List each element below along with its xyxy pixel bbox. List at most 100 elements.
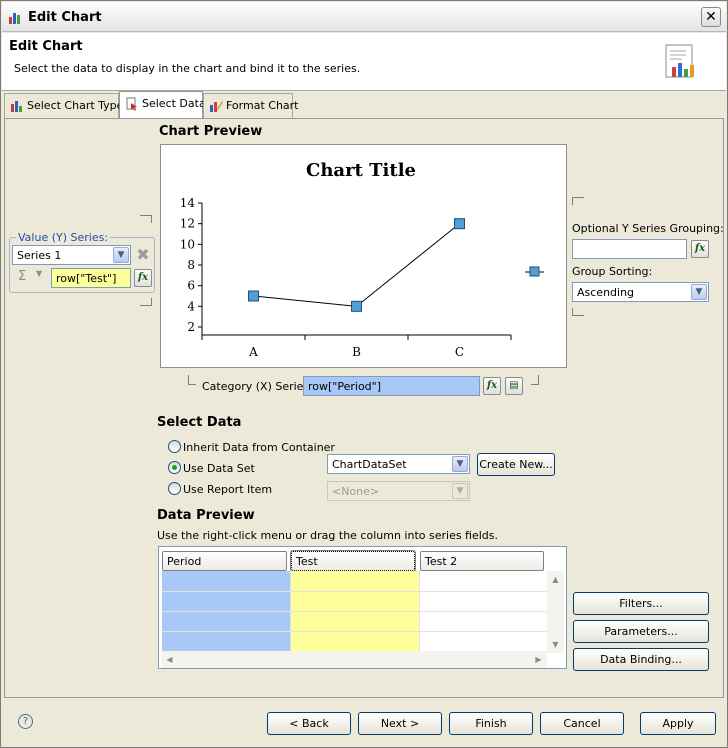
group-sorting-label: Group Sorting:	[572, 265, 653, 278]
scroll-down-icon[interactable]: ▼	[548, 637, 563, 652]
column-header-period[interactable]: Period	[162, 551, 287, 571]
select-data-heading: Select Data	[157, 415, 242, 430]
use-data-set-label[interactable]: Use Data Set	[183, 462, 255, 475]
select-data-icon	[126, 97, 137, 111]
tab-label: Select Data	[142, 97, 206, 110]
category-expression-builder-button[interactable]: fx	[483, 377, 501, 395]
x-tick-label: A	[248, 345, 258, 359]
x-tick-label: B	[352, 345, 361, 359]
close-button[interactable]: ✕	[701, 7, 721, 27]
data-preview-heading: Data Preview	[157, 508, 255, 523]
next-label: Next >	[380, 717, 420, 730]
parameters-button[interactable]: Parameters...	[573, 620, 709, 643]
value-expression: row["Test"]	[56, 272, 117, 285]
dialog-header: Edit Chart Select the data to display in…	[2, 33, 726, 91]
data-binding-button[interactable]: Data Binding...	[573, 648, 709, 671]
aggregate-dropdown-icon[interactable]: ▼	[36, 269, 42, 278]
bracket-bottom-right	[572, 308, 584, 316]
category-grouping-button[interactable]: ▤	[505, 377, 523, 395]
y-tick-label: 8	[187, 258, 195, 272]
data-preview-hint: Use the right-click menu or drag the col…	[157, 529, 499, 542]
chart-title: Chart Title	[306, 160, 416, 181]
grouping-expression-builder-button[interactable]: fx	[691, 240, 709, 258]
apply-button[interactable]: Apply	[640, 712, 716, 735]
sigma-icon[interactable]: Σ	[18, 269, 26, 284]
row-divider	[162, 591, 547, 592]
category-series-label: Category (X) Series:	[202, 380, 313, 393]
chevron-down-icon[interactable]: ▼	[452, 456, 468, 472]
header-title: Edit Chart	[9, 39, 83, 54]
row-divider	[162, 631, 547, 632]
data-binding-label: Data Binding...	[600, 653, 682, 666]
data-preview-table[interactable]: Period Test Test 2 ▲ ▼ ◀ ▶	[158, 546, 567, 669]
chevron-down-icon[interactable]: ▼	[691, 284, 707, 300]
value-expression-field[interactable]: row["Test"]	[51, 268, 131, 288]
y-tick-label: 4	[187, 299, 195, 313]
y-tick-label: 14	[180, 196, 196, 210]
window-title: Edit Chart	[28, 10, 102, 25]
column-header-test-2[interactable]: Test 2	[420, 551, 544, 571]
optional-grouping-label: Optional Y Series Grouping:	[572, 222, 724, 235]
use-data-set-radio[interactable]	[168, 461, 181, 474]
dataset-select[interactable]: ChartDataSet ▼	[327, 454, 470, 474]
chart-type-icon	[11, 101, 22, 112]
help-glyph: ?	[22, 716, 29, 727]
fx-icon: fx	[137, 272, 149, 283]
legend-marker	[529, 266, 540, 277]
series-line	[253, 223, 460, 307]
y-tick-label: 6	[187, 279, 195, 293]
chart-wizard-icon	[665, 44, 694, 78]
chevron-down-icon[interactable]: ▼	[113, 247, 129, 263]
scroll-right-icon[interactable]: ▶	[531, 652, 546, 667]
series-select[interactable]: Series 1 ▼	[12, 245, 131, 265]
tab-select-chart-type[interactable]: Select Chart Type	[4, 93, 123, 118]
data-point-marker	[351, 300, 362, 312]
use-report-item-text: Use Report Item	[183, 483, 273, 496]
column-header-test[interactable]: Test	[290, 550, 416, 572]
horizontal-scrollbar[interactable]: ◀ ▶	[161, 651, 547, 668]
use-report-item-radio[interactable]	[168, 482, 181, 495]
y-tick-label: 12	[180, 217, 195, 231]
grouping-icon: ▤	[509, 380, 519, 391]
help-icon[interactable]: ?	[18, 714, 33, 729]
cancel-label: Cancel	[563, 717, 601, 730]
category-expression-field[interactable]: row["Period"]	[303, 376, 480, 396]
filters-label: Filters...	[619, 597, 663, 610]
optional-grouping-field[interactable]	[572, 239, 687, 259]
back-button[interactable]: < Back	[267, 712, 351, 735]
scroll-left-icon[interactable]: ◀	[162, 652, 177, 667]
y-tick-label: 2	[187, 320, 195, 334]
inherit-data-radio[interactable]	[168, 440, 181, 453]
report-item-value: <None>	[332, 485, 380, 498]
tab-format-chart[interactable]: Format Chart	[203, 93, 299, 118]
apply-label: Apply	[662, 717, 694, 730]
value-series-label: Value (Y) Series:	[16, 231, 111, 244]
value-expression-builder-button[interactable]: fx	[134, 269, 152, 287]
chevron-down-icon: ▼	[452, 483, 468, 499]
finish-button[interactable]: Finish	[449, 712, 533, 735]
header-description: Select the data to display in the chart …	[14, 62, 361, 75]
tab-select-data[interactable]: Select Data	[119, 91, 206, 119]
x-tick-label: C	[455, 345, 464, 359]
column-divider	[290, 571, 291, 651]
format-chart-icon	[210, 101, 223, 112]
filters-button[interactable]: Filters...	[573, 592, 709, 615]
chart-app-icon	[9, 13, 20, 24]
next-button[interactable]: Next >	[358, 712, 442, 735]
inherit-data-text: Inherit Data from Container	[183, 441, 335, 454]
bracket-category-right	[531, 375, 539, 385]
parameters-label: Parameters...	[604, 625, 678, 638]
remove-series-button[interactable]: ✖	[134, 246, 152, 264]
inherit-data-label[interactable]: Inherit Data from Container	[183, 441, 335, 454]
title-bar[interactable]: Edit Chart ✕	[2, 2, 726, 32]
chart-svg: Chart Title 14 12 10 8 6 4 2 A B C	[180, 160, 544, 359]
group-sorting-select[interactable]: Ascending ▼	[572, 282, 709, 302]
fx-icon: fx	[694, 243, 706, 254]
use-report-item-label[interactable]: Use Report Item	[183, 483, 272, 496]
cancel-button[interactable]: Cancel	[540, 712, 624, 735]
group-sorting-value: Ascending	[577, 286, 635, 299]
scroll-up-icon[interactable]: ▲	[548, 572, 563, 587]
create-new-button[interactable]: Create New...	[477, 453, 555, 476]
vertical-scrollbar[interactable]: ▲ ▼	[547, 571, 564, 653]
bracket-top-right	[572, 197, 584, 205]
